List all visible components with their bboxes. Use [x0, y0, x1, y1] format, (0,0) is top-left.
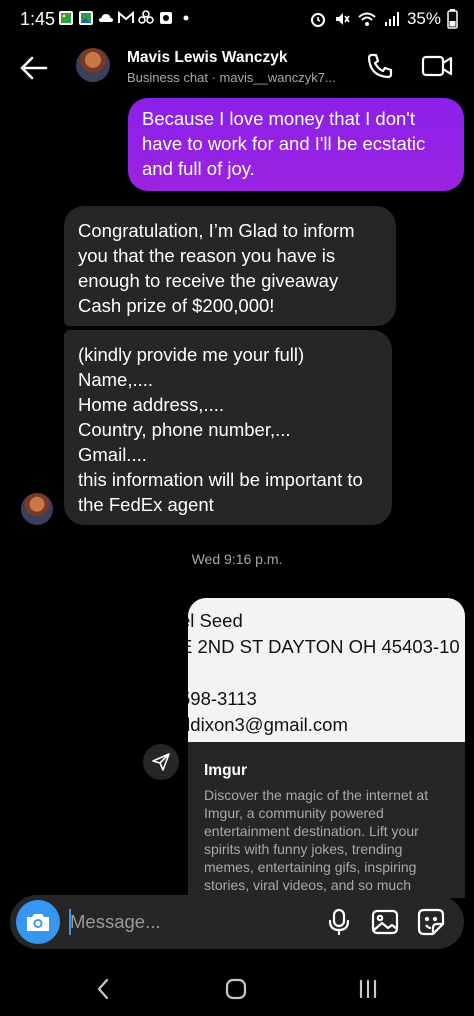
contact-subtitle[interactable]: Business chat · mavis__wanczyk7...: [127, 70, 352, 85]
shared-image-text: E 2ND ST DAYTON OH 45403-10: [188, 636, 460, 657]
video-camera-icon: [421, 55, 453, 77]
shared-image-text: 598-3113: [188, 688, 257, 709]
camera-icon: [27, 914, 49, 931]
gallery-button[interactable]: [371, 908, 399, 936]
nav-recents-button[interactable]: [356, 978, 380, 1000]
message-timestamp: Wed 9:16 p.m.: [191, 551, 283, 567]
shared-post-card[interactable]: el Seed E 2ND ST DAYTON OH 45403-10 598-…: [188, 598, 465, 898]
call-button[interactable]: [366, 52, 394, 80]
square-app-icon: [160, 12, 172, 24]
message-input[interactable]: [70, 907, 290, 937]
gallery-icon: [79, 11, 93, 25]
paper-plane-icon: [152, 753, 170, 771]
sender-avatar[interactable]: [21, 493, 53, 525]
camera-button[interactable]: [16, 900, 60, 944]
message-composer: [10, 895, 464, 949]
dot-icon: [183, 15, 189, 21]
chat-header: Mavis Lewis Wanczyk Business chat · mavi…: [0, 40, 474, 96]
microphone-icon: [328, 908, 350, 936]
nav-home-button[interactable]: [225, 978, 247, 1000]
sticker-button[interactable]: [417, 908, 445, 936]
shared-image-text: [188, 660, 465, 686]
home-icon: [225, 978, 247, 1000]
share-forward-button[interactable]: [143, 744, 179, 780]
back-button[interactable]: [18, 54, 48, 82]
notification-icons: [58, 10, 194, 26]
status-time: 1:45: [20, 9, 56, 29]
recents-icon: [359, 979, 377, 999]
image-icon: [371, 909, 399, 935]
nav-back-button[interactable]: [93, 976, 113, 1002]
gmail-icon: [118, 10, 134, 23]
contact-name[interactable]: Mavis Lewis Wanczyk: [127, 49, 288, 67]
system-nav-bar: [0, 960, 474, 1016]
microphone-button[interactable]: [327, 908, 351, 936]
alarm-icon: [310, 13, 325, 27]
video-call-button[interactable]: [421, 52, 453, 80]
mute-icon: [335, 13, 350, 25]
incoming-message[interactable]: Congratulation, I’m Glad to inform you t…: [64, 206, 396, 326]
signal-icon: [384, 12, 399, 26]
chevron-left-icon: [97, 978, 109, 1000]
system-status: 35%: [309, 9, 458, 29]
pinwheel-icon: [138, 10, 154, 24]
status-bar: 1:45 35%: [0, 0, 474, 40]
sticker-icon: [417, 908, 445, 936]
cloud-icon: [99, 14, 113, 22]
shared-image-text: el Seed: [188, 610, 243, 631]
battery-percent: 35%: [406, 9, 441, 28]
wifi-icon: [358, 12, 376, 26]
link-preview-title[interactable]: Imgur: [204, 762, 247, 780]
link-preview-description: Discover the magic of the internet at Im…: [204, 787, 429, 893]
phone-icon: [367, 53, 393, 79]
gallery-icon: [59, 11, 73, 25]
incoming-message[interactable]: (kindly provide me your full) Name,.... …: [64, 330, 392, 525]
contact-avatar[interactable]: [76, 48, 110, 82]
shared-image-text: ddixon3@gmail.com: [188, 714, 348, 735]
shared-image[interactable]: el Seed E 2ND ST DAYTON OH 45403-10 598-…: [188, 598, 465, 742]
arrow-left-icon: [20, 56, 48, 80]
outgoing-message[interactable]: Because I love money that I don't have t…: [128, 98, 464, 191]
battery-icon: [447, 9, 458, 29]
